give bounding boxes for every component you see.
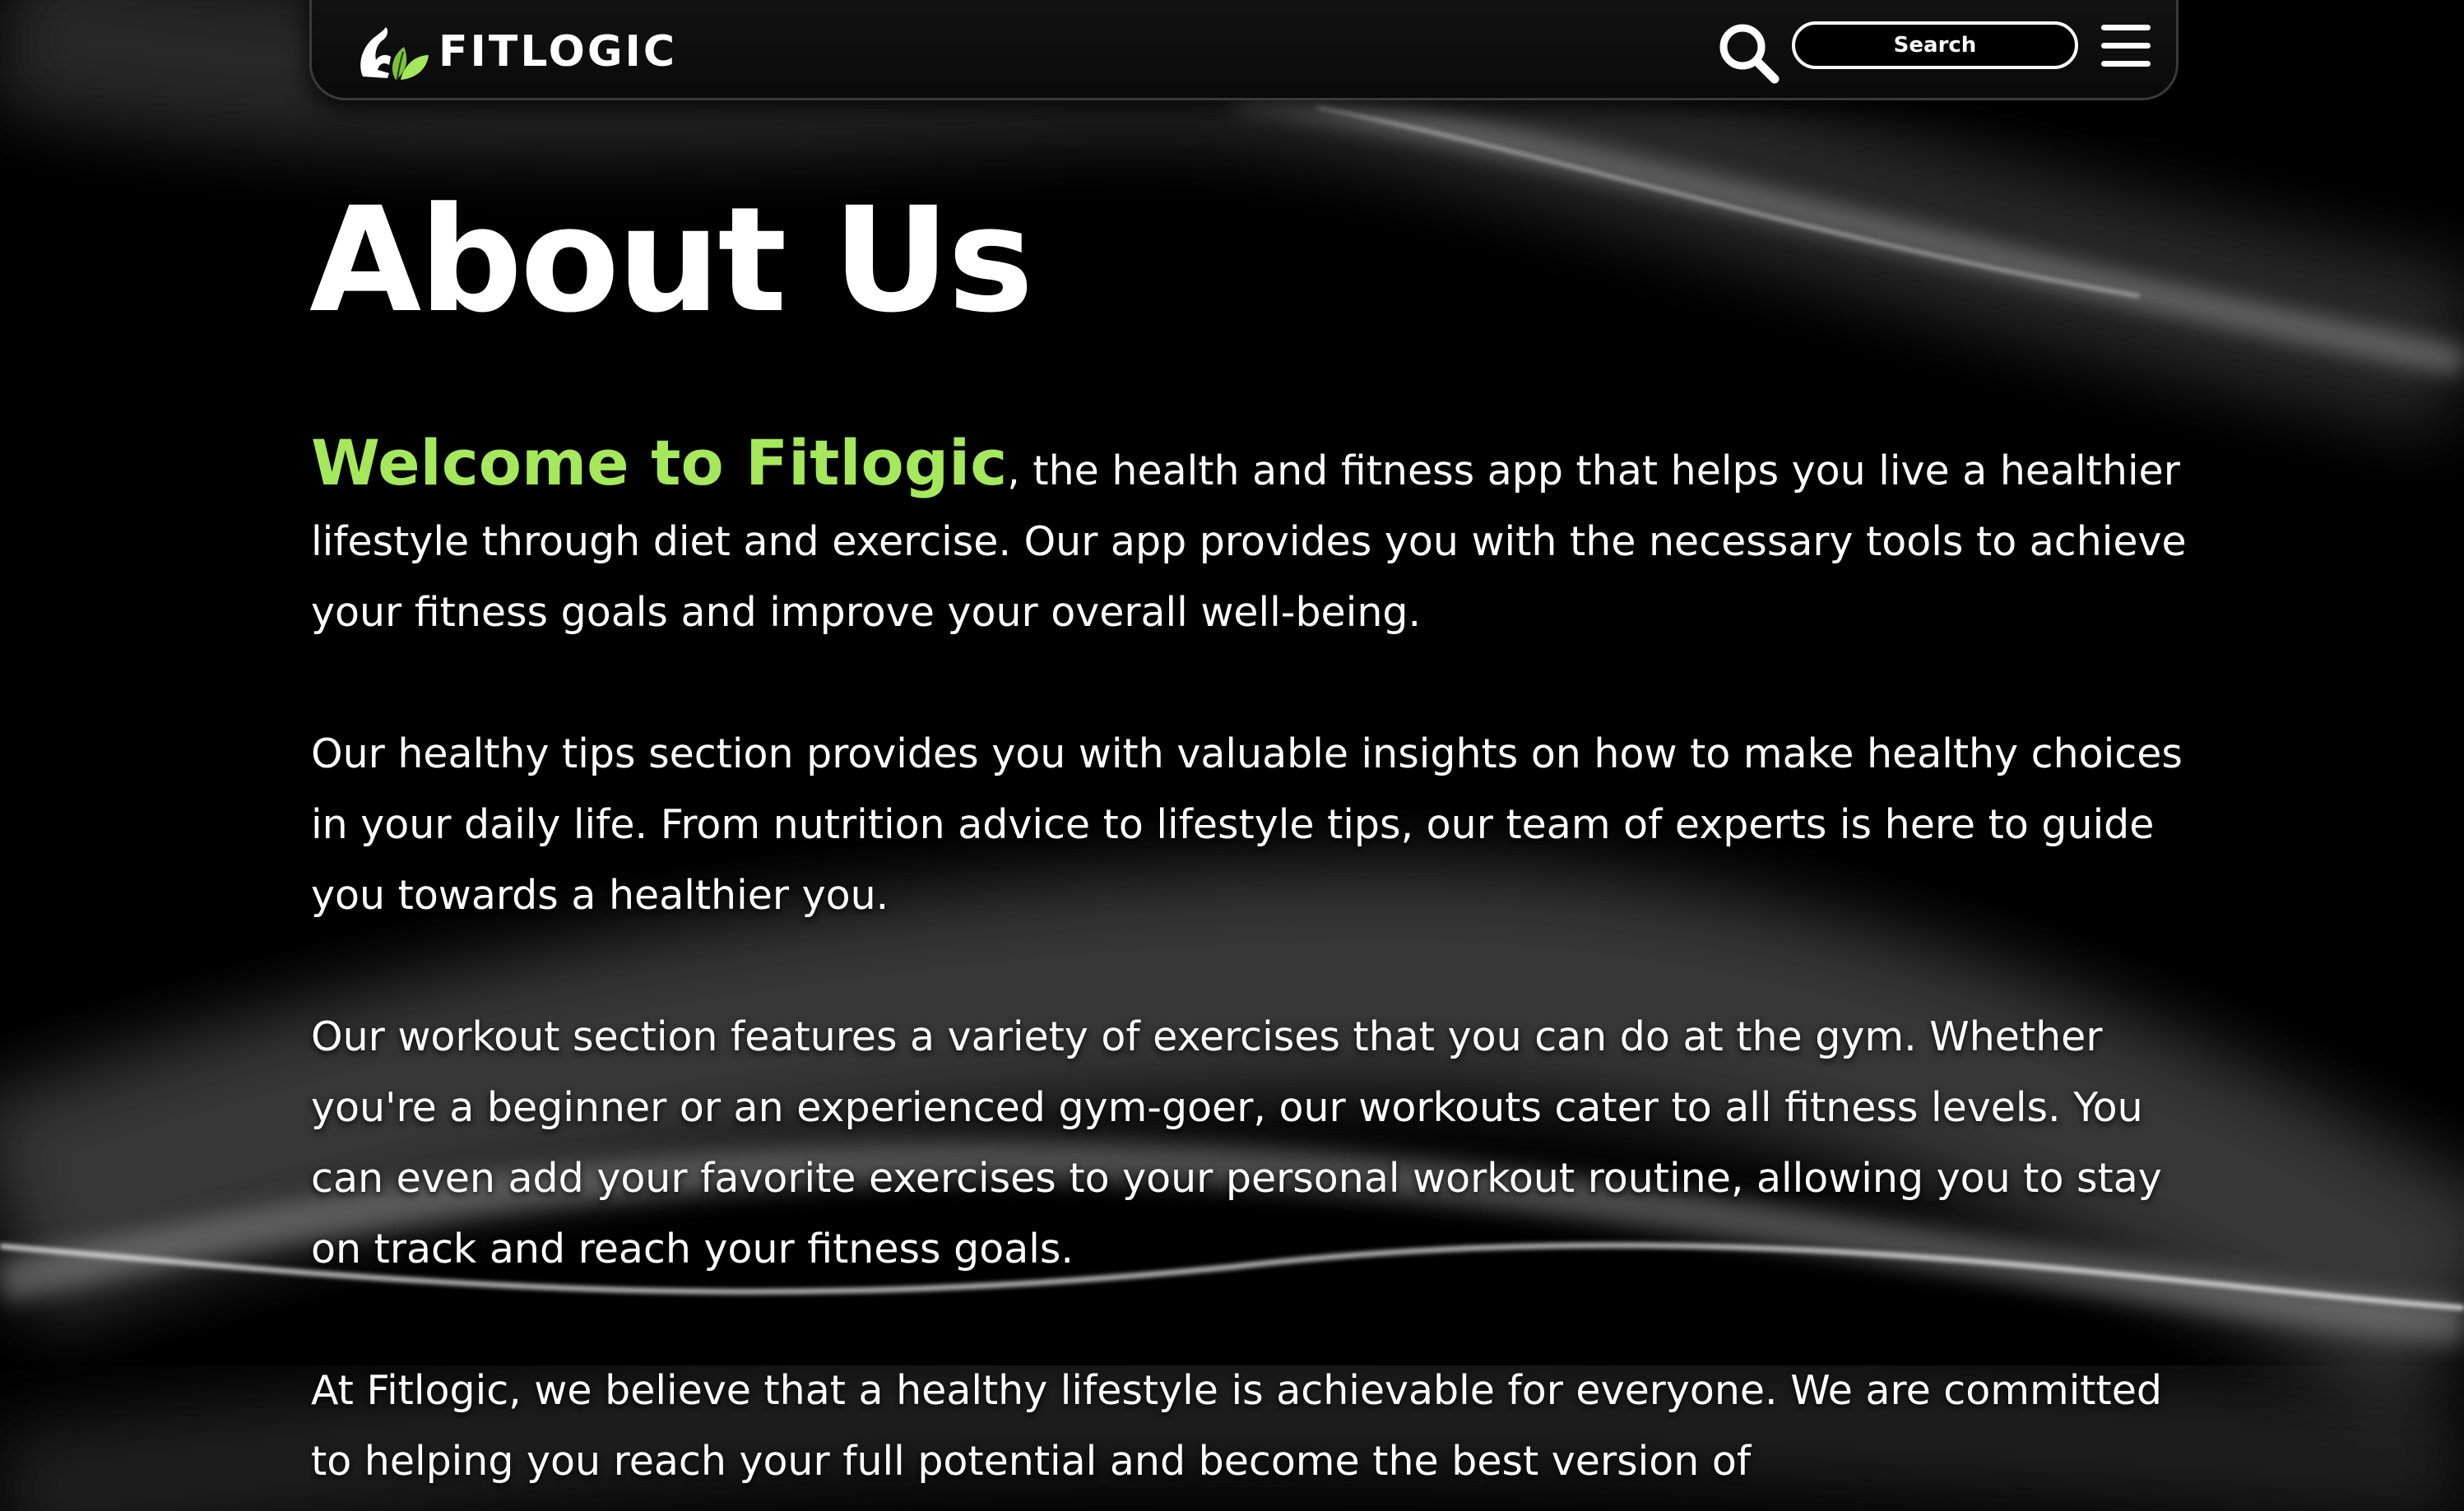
page-title: About Us: [309, 176, 1033, 345]
menu-bar: [2101, 43, 2151, 49]
hamburger-menu-icon[interactable]: [2101, 25, 2151, 67]
healthy-tips-paragraph: Our healthy tips section provides you wi…: [311, 730, 2183, 919]
top-navbar: FITLOGIC: [309, 0, 2179, 100]
menu-bar: [2101, 25, 2151, 30]
brand-name: FITLOGIC: [439, 27, 678, 76]
page: FITLOGIC About Us Welcome to Fitlogic, t…: [0, 0, 2464, 1511]
brand-logo[interactable]: FITLOGIC: [356, 21, 677, 82]
workout-paragraph: Our workout section features a variety o…: [311, 1013, 2162, 1272]
about-content: Welcome to Fitlogic, the health and fitn…: [311, 428, 2195, 1511]
intro-paragraph: Welcome to Fitlogic, the health and fitn…: [311, 428, 2195, 648]
mission-paragraph: At Fitlogic, we believe that a healthy l…: [311, 1367, 2162, 1485]
menu-bar: [2101, 61, 2151, 67]
search-icon[interactable]: [1717, 21, 1780, 84]
flexed-arm-leaf-logo-icon: [360, 27, 429, 80]
welcome-highlight: Welcome to Fitlogic: [311, 426, 1008, 499]
search-input[interactable]: [1792, 21, 2078, 69]
